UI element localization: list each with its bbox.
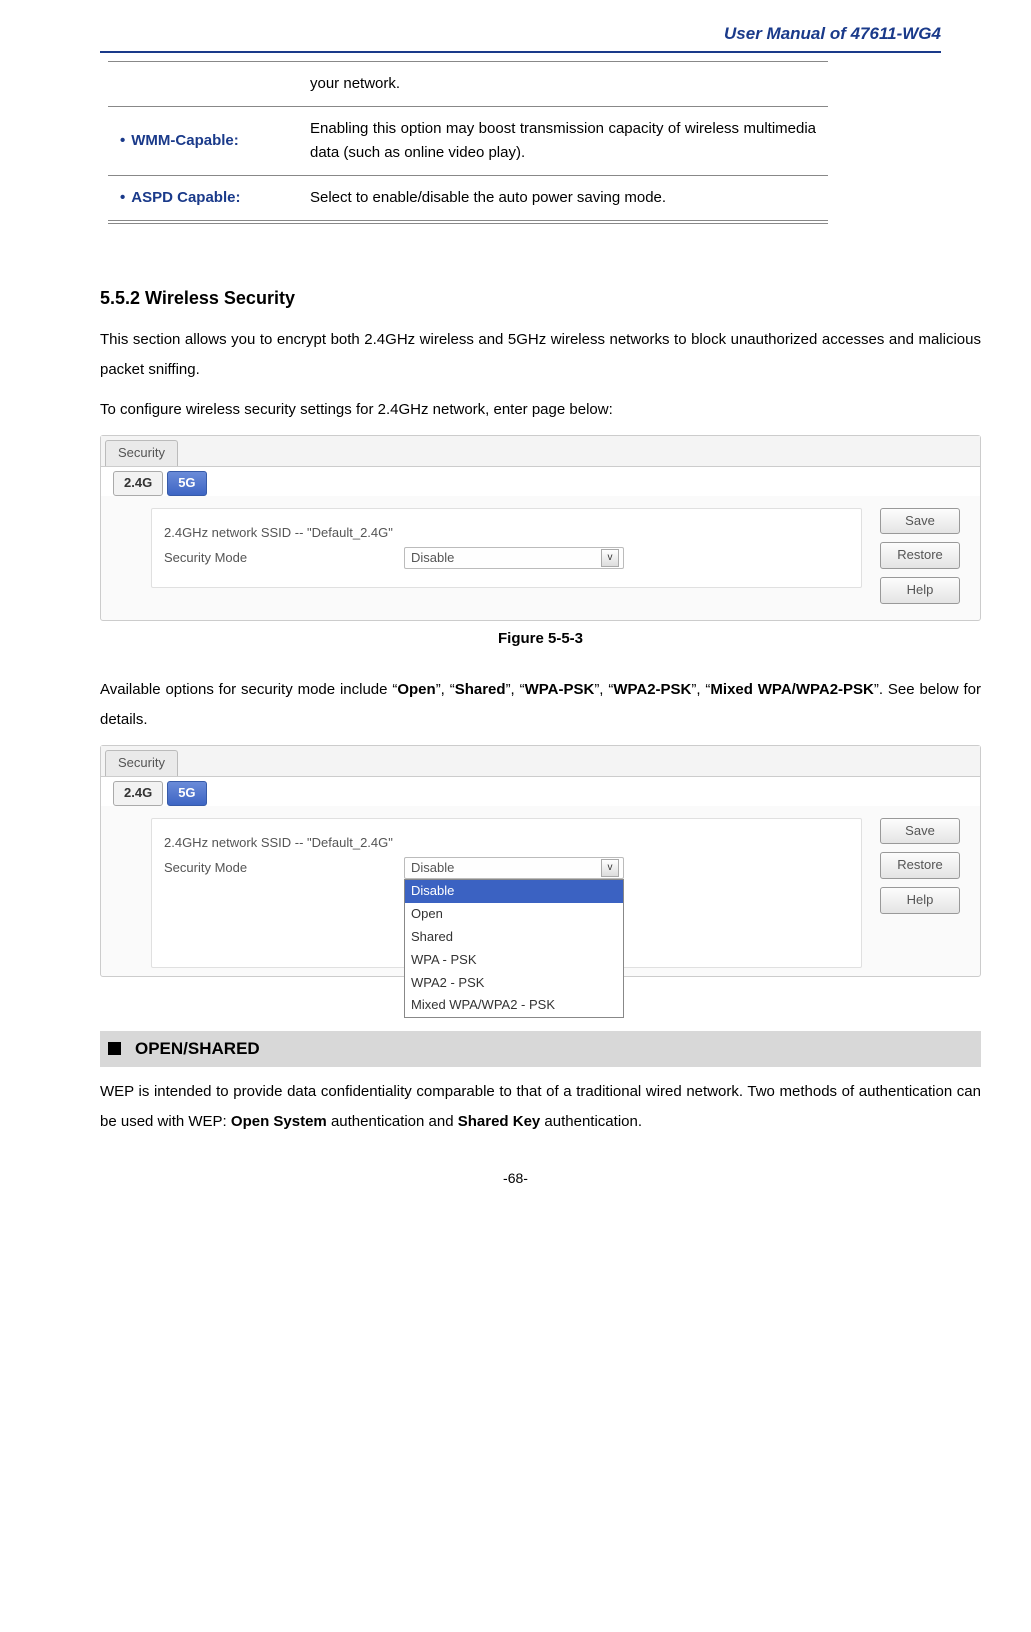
figure2-panel: 2.4GHz network SSID -- "Default_2.4G" Se… xyxy=(151,818,960,969)
option-mixed[interactable]: Mixed WPA/WPA2 - PSK xyxy=(405,994,623,1017)
row0-desc: your network. xyxy=(298,62,828,107)
option-wpa-psk[interactable]: WPA - PSK xyxy=(405,949,623,972)
security-mode-value: Disable xyxy=(411,858,454,879)
options-paragraph: Available options for security mode incl… xyxy=(100,675,981,735)
row1-label-text: WMM-Capable: xyxy=(131,132,239,149)
subtab-5g[interactable]: 5G xyxy=(167,781,206,806)
table-row: •ASPD Capable: Select to enable/disable … xyxy=(108,176,828,223)
save-button[interactable]: Save xyxy=(880,818,960,845)
security-mode-value: Disable xyxy=(411,548,454,569)
subsection-title: OPEN/SHARED xyxy=(135,1035,260,1062)
header-rule xyxy=(100,51,941,53)
opt-mixed: Mixed WPA/WPA2-PSK xyxy=(710,681,873,698)
ssid-row: 2.4GHz network SSID -- "Default_2.4G" xyxy=(164,523,849,544)
page-number: -68- xyxy=(10,1167,1021,1189)
row2-label: •ASPD Capable: xyxy=(108,176,298,223)
figure1-tabrow: Security xyxy=(101,436,980,466)
section-heading: 5.5.2 Wireless Security xyxy=(100,284,981,313)
security-mode-row: Security Mode Disable v Disable Open Sha… xyxy=(164,857,849,879)
tab-security[interactable]: Security xyxy=(105,440,178,466)
txt: Available options for security mode incl… xyxy=(100,681,397,698)
subsection-text: WEP is intended to provide data confiden… xyxy=(100,1077,981,1137)
square-bullet-icon xyxy=(108,1042,121,1055)
bold-shared-key: Shared Key xyxy=(458,1113,541,1130)
row1-desc: Enabling this option may boost transmiss… xyxy=(298,107,828,176)
figure1-panel: 2.4GHz network SSID -- "Default_2.4G" Se… xyxy=(151,508,960,604)
help-button[interactable]: Help xyxy=(880,577,960,604)
tab-security[interactable]: Security xyxy=(105,750,178,776)
restore-button[interactable]: Restore xyxy=(880,852,960,879)
bold-open-system: Open System xyxy=(231,1113,327,1130)
figure2-side-buttons: Save Restore Help xyxy=(880,818,960,914)
subtab-5g[interactable]: 5G xyxy=(167,471,206,496)
txt: ”, “ xyxy=(594,681,613,698)
figure-5-5-3: Security 2.4G 5G 2.4GHz network SSID -- … xyxy=(100,435,981,621)
section-intro: This section allows you to encrypt both … xyxy=(100,325,981,385)
txt: authentication and xyxy=(327,1113,458,1130)
opt-open: Open xyxy=(397,681,435,698)
figure1-config-left: 2.4GHz network SSID -- "Default_2.4G" Se… xyxy=(151,508,862,589)
opt-wpa-psk: WPA-PSK xyxy=(525,681,595,698)
subtab-2-4g[interactable]: 2.4G xyxy=(113,781,163,806)
txt: ”, “ xyxy=(506,681,525,698)
figure1-side-buttons: Save Restore Help xyxy=(880,508,960,604)
option-disable[interactable]: Disable xyxy=(405,880,623,903)
security-mode-select[interactable]: Disable v Disable Open Shared WPA - PSK … xyxy=(404,857,624,879)
row2-desc: Select to enable/disable the auto power … xyxy=(298,176,828,223)
option-shared[interactable]: Shared xyxy=(405,926,623,949)
option-open[interactable]: Open xyxy=(405,903,623,926)
option-wpa2-psk[interactable]: WPA2 - PSK xyxy=(405,972,623,995)
chevron-down-icon[interactable]: v xyxy=(601,549,619,567)
figure1-caption: Figure 5-5-3 xyxy=(100,627,981,651)
subtab-2-4g[interactable]: 2.4G xyxy=(113,471,163,496)
save-button[interactable]: Save xyxy=(880,508,960,535)
txt: ”, “ xyxy=(436,681,455,698)
table-row: •WMM-Capable: Enabling this option may b… xyxy=(108,107,828,176)
opt-shared: Shared xyxy=(455,681,506,698)
security-mode-label: Security Mode xyxy=(164,858,374,879)
security-mode-label: Security Mode xyxy=(164,548,374,569)
figure1-subtabs: 2.4G 5G xyxy=(101,466,980,496)
figure2-tabrow: Security xyxy=(101,746,980,776)
restore-button[interactable]: Restore xyxy=(880,542,960,569)
security-mode-dropdown[interactable]: Disable Open Shared WPA - PSK WPA2 - PSK… xyxy=(404,879,624,1018)
figure2-subtabs: 2.4G 5G xyxy=(101,776,980,806)
row2-label-text: ASPD Capable: xyxy=(131,189,240,206)
chevron-down-icon[interactable]: v xyxy=(601,859,619,877)
txt: authentication. xyxy=(540,1113,642,1130)
help-button[interactable]: Help xyxy=(880,887,960,914)
security-mode-select[interactable]: Disable v xyxy=(404,547,624,569)
settings-table: your network. •WMM-Capable: Enabling thi… xyxy=(108,61,828,224)
row1-label: •WMM-Capable: xyxy=(108,107,298,176)
security-mode-row: Security Mode Disable v xyxy=(164,547,849,569)
subsection-open-shared: OPEN/SHARED xyxy=(100,1031,981,1066)
opt-wpa2-psk: WPA2-PSK xyxy=(613,681,691,698)
section-lead: To configure wireless security settings … xyxy=(100,395,981,425)
ssid-row: 2.4GHz network SSID -- "Default_2.4G" xyxy=(164,833,849,854)
doc-header-title: User Manual of 47611-WG4 xyxy=(10,20,1021,51)
figure2-config-left: 2.4GHz network SSID -- "Default_2.4G" Se… xyxy=(151,818,862,969)
table-row: your network. xyxy=(108,62,828,107)
row0-label xyxy=(108,62,298,107)
figure-5-5-4: Security 2.4G 5G 2.4GHz network SSID -- … xyxy=(100,745,981,977)
txt: ”, “ xyxy=(691,681,710,698)
